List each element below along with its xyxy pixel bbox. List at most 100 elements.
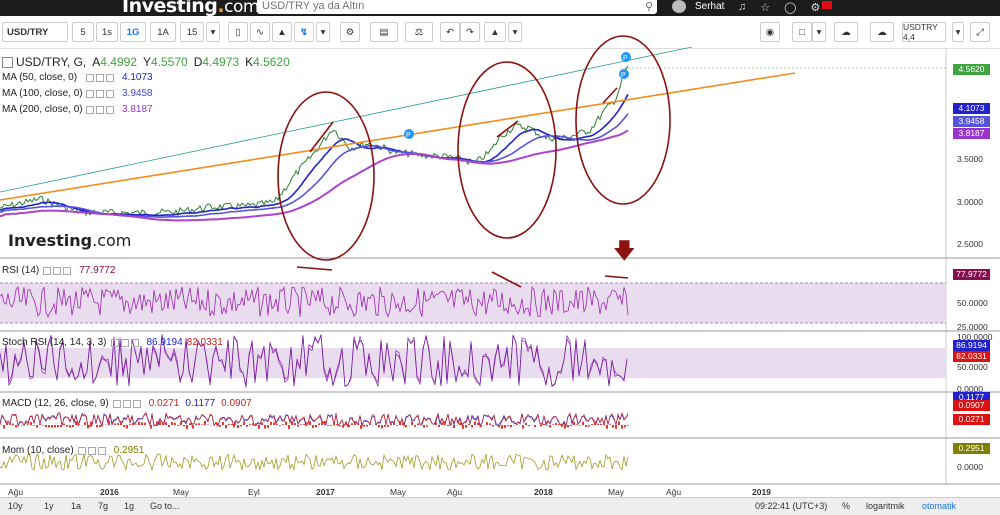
investing-watermark: Investing.com [8,231,131,250]
macd-histogram-bar [258,425,260,429]
macd-histogram-bar [186,425,188,429]
macd-histogram-bar [228,424,230,425]
macd-histogram-bar [627,425,629,426]
macd-histogram-bar [393,422,395,425]
macd-histogram-bar [459,423,461,425]
price-tick: 3.0000 [957,197,983,207]
range-1y[interactable]: 1y [44,501,54,511]
ma100-visibility-icon[interactable] [96,90,104,98]
macd-histogram-bar [108,421,110,425]
chart-collapse-icon[interactable] [2,57,13,68]
macd-histogram-bar [87,425,89,428]
macd-histogram-bar [144,423,146,425]
ma50-legend: MA (50, close, 0) 4.1073 [2,72,153,83]
clock-time: 09:22:41 (UTC+3) [755,501,827,511]
range-1a[interactable]: 1a [71,501,81,511]
macd-close-icon[interactable] [133,400,141,408]
annotation-ellipse [278,92,374,260]
range-10y[interactable]: 10y [8,501,23,511]
macd-histogram-bar [189,423,191,425]
macd-histogram-bar [222,422,224,425]
mom-close-icon[interactable] [98,447,106,455]
rsi-settings-icon[interactable] [43,267,51,275]
ohlc-close-value: 4.5620 [253,55,290,69]
mom-visibility-icon[interactable] [88,447,96,455]
macd-histogram-bar [282,424,284,425]
macd-histogram-bar [516,424,518,425]
price-tick: 2.5000 [957,239,983,249]
macd-histogram-bar [402,422,404,425]
ma100-close-icon[interactable] [106,90,114,98]
ma50-settings-icon[interactable] [86,74,94,82]
ma50-visibility-icon[interactable] [96,74,104,82]
macd-histogram-bar [207,424,209,425]
macd-histogram-bar [165,422,167,425]
rsi-legend: RSI (14) 77.9772 [2,265,115,276]
range-1g[interactable]: 1g [124,501,134,511]
ma50-close-icon[interactable] [106,74,114,82]
macd-histogram-bar [132,423,134,425]
ma200-close-icon[interactable] [106,106,114,114]
macd-visibility-icon[interactable] [123,400,131,408]
ma200-settings-icon[interactable] [86,106,94,114]
macd-histogram-bar [555,423,557,425]
mom-legend: Mom (10, close) 0.2951 [2,445,144,456]
macd-histogram-bar [441,423,443,425]
auto-toggle[interactable]: otomatik [922,501,956,511]
macd-histogram-bar [243,421,245,425]
macd-histogram-bar [276,424,278,425]
rsi-visibility-icon[interactable] [53,267,61,275]
x-axis-label: Ağu [666,487,681,497]
rsi-tick: 25.0000 [957,322,988,332]
macd-histogram-bar [435,422,437,425]
macd-label: MACD (12, 26, close, 9) [2,398,109,409]
rsi-close-icon[interactable] [63,267,71,275]
macd-histogram-bar [36,425,38,428]
rsi-label: RSI (14) [2,265,39,276]
macd-histogram-bar [540,425,542,426]
range-7g[interactable]: 7g [98,501,108,511]
ma100-settings-icon[interactable] [86,90,94,98]
macd-histogram-bar [423,425,425,428]
macd-histogram-bar [321,422,323,425]
macd-histogram-bar [150,425,152,429]
macd-histogram-bar [66,425,68,427]
macd-histogram-bar [378,425,380,427]
ma200-visibility-icon[interactable] [96,106,104,114]
macd-histogram-bar [48,425,50,427]
ma50-price-box: 4.1073 [953,103,990,114]
macd-histogram-bar [273,423,275,425]
macd-histogram-bar [237,425,239,428]
legend-title: USD/TRY, G, [16,55,86,69]
mom-settings-icon[interactable] [78,447,86,455]
macd-histogram-bar [141,422,143,425]
macd-histogram-bar [3,425,5,429]
macd-histogram-bar [606,425,608,429]
stoch-settings-icon[interactable] [111,339,119,347]
macd-histogram-bar [15,425,17,427]
stoch-close-icon[interactable] [131,339,139,347]
price-tick: 3.5000 [957,154,983,164]
macd-histogram-bar [498,425,500,427]
macd-histogram-bar [60,425,62,427]
ma100-price-box: 3.9458 [953,116,990,127]
macd-histogram-bar [303,424,305,425]
macd-histogram-bar [591,424,593,425]
macd-histogram-bar [549,425,551,428]
percent-toggle[interactable]: % [842,501,850,511]
go-to-button[interactable]: Go to... [150,501,180,511]
macd-histogram-bar [309,421,311,425]
macd-histogram-bar [447,425,449,426]
stoch-visibility-icon[interactable] [121,339,129,347]
macd-histogram-bar [159,421,161,425]
log-toggle[interactable]: logaritmik [866,501,905,511]
macd-histogram-bar [444,422,446,425]
macd-histogram-bar [30,422,32,425]
macd-histogram-bar [465,425,467,428]
macd-histogram-bar [492,425,494,427]
mom-label: Mom (10, close) [2,445,74,456]
annotation-down-arrow[interactable]: 🡇 [613,234,636,272]
macd-histogram-bar [543,424,545,425]
macd-histogram-bar [507,425,509,426]
macd-settings-icon[interactable] [113,400,121,408]
